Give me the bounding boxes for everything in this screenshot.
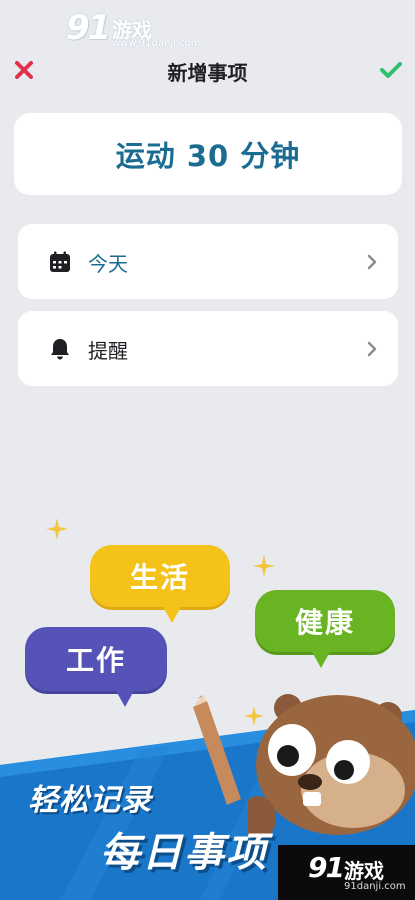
bubble-life: 生活 bbox=[90, 545, 230, 623]
watermark-url: 91danji.com bbox=[344, 881, 406, 892]
reminder-label: 提醒 bbox=[88, 339, 128, 363]
watermark-number: 91 bbox=[308, 851, 345, 884]
page-title: 新增事项 bbox=[167, 61, 248, 85]
bubble-health-label: 健康 bbox=[294, 606, 355, 639]
date-label: 今天 bbox=[88, 252, 128, 276]
bubble-life-label: 生活 bbox=[129, 561, 190, 594]
sparkle-icon bbox=[253, 555, 275, 577]
chevron-right-icon bbox=[367, 341, 377, 357]
beaver-mascot-icon bbox=[248, 694, 415, 840]
confirm-button[interactable] bbox=[377, 56, 405, 84]
reminder-row[interactable]: 提醒 bbox=[18, 311, 398, 386]
task-title: 运动 30 分钟 bbox=[115, 139, 301, 173]
watermark-name: 游戏 bbox=[344, 859, 384, 883]
promo-illustration: 生活 健康 工作 轻松记录 每日事项 bbox=[0, 500, 415, 900]
slogan-line-1: 轻松记录 bbox=[28, 783, 152, 818]
watermark-logo-bottom: 91 游戏 91danji.com bbox=[278, 845, 415, 900]
watermark-url: www.91danji.com bbox=[112, 38, 201, 49]
watermark-number: 91 bbox=[66, 8, 111, 48]
check-icon bbox=[380, 62, 402, 78]
bell-icon bbox=[51, 339, 69, 360]
pencil-icon bbox=[193, 695, 241, 805]
bubble-work-label: 工作 bbox=[65, 644, 126, 677]
slogan-line-2: 每日事项 bbox=[100, 830, 268, 876]
bubble-work: 工作 bbox=[25, 627, 167, 707]
calendar-icon bbox=[50, 251, 70, 272]
bubble-health: 健康 bbox=[255, 590, 395, 668]
date-row[interactable]: 今天 bbox=[18, 224, 398, 299]
sparkle-icon bbox=[46, 518, 68, 540]
task-title-card[interactable]: 运动 30 分钟 bbox=[14, 113, 402, 195]
chevron-right-icon bbox=[367, 254, 377, 270]
top-bar: 新增事项 bbox=[0, 50, 415, 90]
watermark-logo-top: 91 游戏 www.91danji.com bbox=[66, 8, 200, 50]
